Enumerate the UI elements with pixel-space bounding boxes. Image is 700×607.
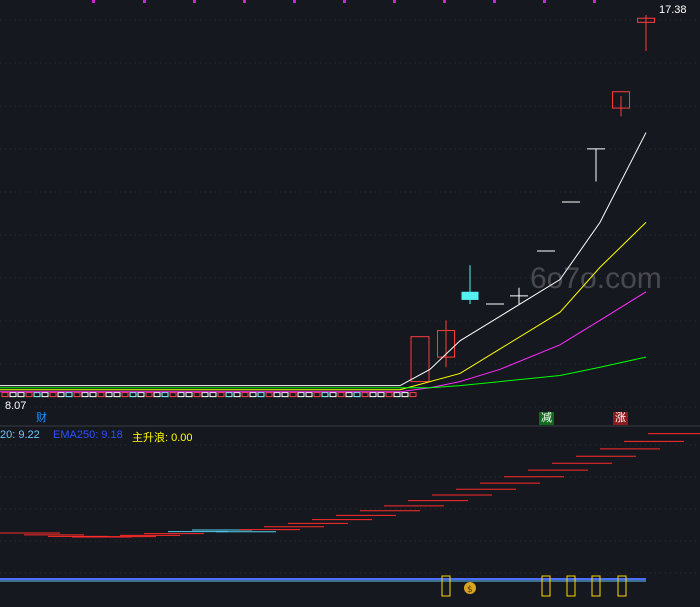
high-price-label: 17.38 (659, 4, 687, 16)
flat-candle (121, 392, 129, 398)
top-dot-marker (393, 0, 396, 3)
top-dot-marker (293, 0, 296, 3)
flat-candle (209, 392, 217, 398)
flat-candle (289, 392, 297, 398)
flat-candle (81, 392, 89, 398)
zhang-marker: 涨 (613, 412, 628, 425)
watermark: 6o7o.com (530, 262, 662, 295)
flat-candle (57, 392, 65, 398)
flat-candle (201, 392, 209, 398)
flat-candle (25, 392, 33, 398)
flat-candle (97, 392, 105, 398)
flat-candle (345, 392, 353, 398)
flat-candle (65, 392, 73, 398)
moving-average-line (0, 222, 647, 391)
flat-candle (161, 392, 169, 398)
flat-candle (329, 392, 337, 398)
flat-candle (105, 392, 113, 398)
moving-average-line (0, 356, 647, 389)
flat-candle (9, 392, 17, 398)
flat-candle (281, 392, 289, 398)
flat-candle (185, 392, 193, 398)
moving-average-line (0, 132, 647, 387)
flat-candle (401, 392, 409, 398)
flat-candle (153, 392, 161, 398)
stock-chart: $ (0, 0, 700, 597)
flat-candle (265, 392, 273, 398)
top-dot-marker (443, 0, 446, 3)
flat-candle (129, 392, 137, 398)
jian-marker: 减 (539, 412, 554, 425)
flat-candle (313, 392, 321, 398)
top-dot-marker (143, 0, 146, 3)
flat-candle (305, 392, 313, 398)
flat-candle (273, 392, 281, 398)
top-dot-marker (543, 0, 546, 3)
flat-candle (17, 392, 25, 398)
flat-candle (241, 392, 249, 398)
cai-marker: 财 (36, 412, 47, 424)
flat-candle (33, 392, 41, 398)
flat-candle (145, 392, 153, 398)
flat-candle (393, 392, 401, 398)
flat-candle (233, 392, 241, 398)
candle-body (461, 291, 479, 300)
flat-candle (1, 392, 9, 398)
top-dot-marker (593, 0, 596, 3)
flat-candle (169, 392, 177, 398)
flat-candle (41, 392, 49, 398)
low-price-label: 8.07 (5, 400, 27, 412)
indicator-legend-ema250: EMA250: 9.18 (53, 429, 123, 441)
top-dot-marker (193, 0, 196, 3)
top-dot-marker (92, 0, 95, 3)
flat-candle (193, 392, 201, 398)
indicator-legend-20: 20: 9.22 (0, 429, 40, 441)
flat-candle (353, 392, 361, 398)
money-bag-symbol: $ (467, 585, 473, 595)
indicator-legend-zhushenglang: 主升浪: 0.00 (132, 432, 193, 444)
flat-candle (297, 392, 305, 398)
chart-area: $ 17.38 8.07 财 减 涨 20: 9.22 EMA250: 9.18… (0, 0, 700, 602)
flat-candle (73, 392, 81, 398)
flat-candle (177, 392, 185, 398)
flat-candle (249, 392, 257, 398)
flat-candle (113, 392, 121, 398)
flat-candle (257, 392, 265, 398)
flat-candle (89, 392, 97, 398)
top-dot-marker (243, 0, 246, 3)
flat-candle (369, 392, 377, 398)
flat-candle (409, 392, 417, 398)
top-dot-marker (493, 0, 496, 3)
flat-candle (321, 392, 329, 398)
flat-candle (377, 392, 385, 398)
flat-candle (49, 392, 57, 398)
flat-candle (217, 392, 225, 398)
flat-candle (225, 392, 233, 398)
flat-candle (361, 392, 369, 398)
flat-candle (385, 392, 393, 398)
flat-candle (337, 392, 345, 398)
top-dot-marker (343, 0, 346, 3)
flat-candle (137, 392, 145, 398)
